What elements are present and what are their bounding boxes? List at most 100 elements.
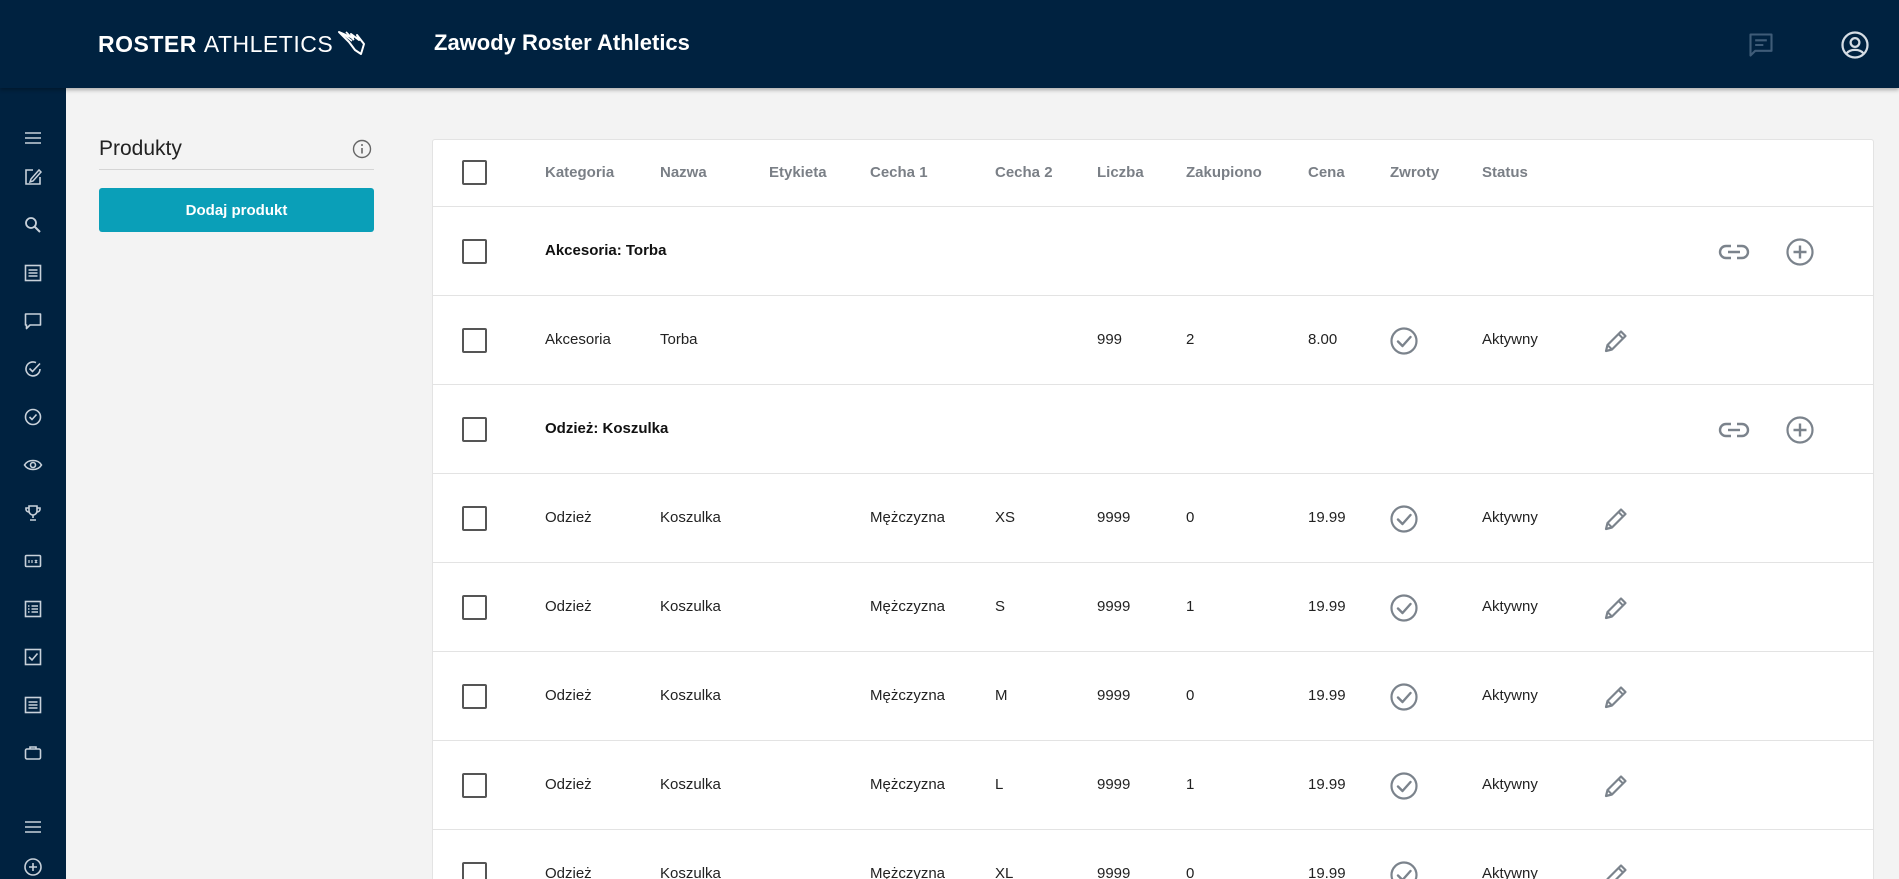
check-circle-icon[interactable] <box>20 356 46 382</box>
select-all-checkbox[interactable] <box>462 160 487 185</box>
add-variant-icon[interactable] <box>1784 236 1816 268</box>
column-header-cena[interactable]: Cena <box>1308 164 1345 181</box>
cell-cecha-1: Mężczyzna <box>870 509 946 526</box>
group-label: Odzież: Koszulka <box>545 420 669 437</box>
info-icon[interactable] <box>350 137 374 161</box>
cell-status: Aktywny <box>1482 331 1538 348</box>
cell-nazwa: Koszulka <box>660 509 721 526</box>
link-icon[interactable] <box>1717 415 1751 445</box>
column-header-etykieta[interactable]: Etykieta <box>769 164 827 181</box>
edit-pencil-icon[interactable] <box>1600 859 1632 879</box>
refund-enabled-icon <box>1388 770 1420 802</box>
cell-liczba: 9999 <box>1097 509 1131 526</box>
table-header-row: Kategoria Nazwa Etykieta Cecha 1 Cecha 2… <box>433 140 1873 207</box>
row-checkbox[interactable] <box>462 328 487 353</box>
competition-title: Zawody Roster Athletics <box>434 30 690 55</box>
row-checkbox[interactable] <box>462 684 487 709</box>
cell-status: Aktywny <box>1482 776 1538 793</box>
account-icon[interactable] <box>1838 28 1872 62</box>
cell-status: Aktywny <box>1482 865 1538 879</box>
add-variant-icon[interactable] <box>1784 414 1816 446</box>
cell-kategoria: Odzież <box>545 598 592 615</box>
column-header-liczba[interactable]: Liczba <box>1097 164 1144 181</box>
edit-pencil-icon[interactable] <box>1600 681 1632 713</box>
link-icon[interactable] <box>1717 237 1751 267</box>
cell-nazwa: Koszulka <box>660 865 721 879</box>
cell-cecha-1: Mężczyzna <box>870 687 946 704</box>
cell-cena: 19.99 <box>1308 865 1346 879</box>
cell-kategoria: Odzież <box>545 865 592 879</box>
cell-liczba: 9999 <box>1097 865 1131 879</box>
column-header-zwroty[interactable]: Zwroty <box>1390 164 1439 181</box>
edit-pencil-icon[interactable] <box>1600 592 1632 624</box>
cell-cecha-1: Mężczyzna <box>870 776 946 793</box>
row-checkbox[interactable] <box>462 595 487 620</box>
cell-zakupiono: 1 <box>1186 598 1195 615</box>
menu-icon[interactable] <box>20 125 46 151</box>
trophy-icon[interactable] <box>20 500 46 526</box>
cell-liczba: 999 <box>1097 331 1123 348</box>
column-header-nazwa[interactable]: Nazwa <box>660 164 707 181</box>
edit-pencil-icon[interactable] <box>1600 325 1632 357</box>
column-header-status[interactable]: Status <box>1482 164 1528 181</box>
edit-pencil-icon[interactable] <box>1600 503 1632 535</box>
cell-nazwa: Koszulka <box>660 776 721 793</box>
refund-enabled-icon <box>1388 325 1420 357</box>
cell-cecha-2: XS <box>995 509 1016 526</box>
roster-athletics-logo[interactable]: ROSTER ATHLETICS <box>98 30 367 58</box>
cell-cecha-1: Mężczyzna <box>870 865 946 879</box>
row-checkbox[interactable] <box>462 506 487 531</box>
briefcase-icon[interactable] <box>20 740 46 766</box>
edit-pencil-icon[interactable] <box>1600 770 1632 802</box>
column-header-cecha-1[interactable]: Cecha 1 <box>870 164 928 181</box>
cell-cena: 19.99 <box>1308 687 1346 704</box>
menu-icon[interactable] <box>20 814 46 840</box>
row-checkbox[interactable] <box>462 417 487 442</box>
checkbox-icon[interactable] <box>20 644 46 670</box>
cell-cena: 19.99 <box>1308 776 1346 793</box>
panel-title: Produkty <box>99 136 182 160</box>
comment-icon[interactable] <box>20 308 46 334</box>
chat-icon[interactable] <box>1744 28 1778 62</box>
refund-enabled-icon <box>1388 592 1420 624</box>
table-row: Odzież Koszulka Mężczyzna XL 9999 0 19.99 Aktyw… <box>433 830 1873 879</box>
cell-nazwa: Koszulka <box>660 598 721 615</box>
sidebar <box>0 88 66 879</box>
group-row: Akcesoria: Torba <box>433 207 1873 296</box>
cell-cecha-2: L <box>995 776 1004 793</box>
cell-cena: 19.99 <box>1308 598 1346 615</box>
bib-icon[interactable] <box>20 548 46 574</box>
cell-status: Aktywny <box>1482 687 1538 704</box>
check-circle-outline-icon[interactable] <box>20 404 46 430</box>
cell-kategoria: Odzież <box>545 687 592 704</box>
refund-enabled-icon <box>1388 503 1420 535</box>
cell-kategoria: Odzież <box>545 776 592 793</box>
edit-icon[interactable] <box>20 164 46 190</box>
top-header: ROSTER ATHLETICS Zawody Roster Athletics <box>0 0 1899 88</box>
refund-enabled-icon <box>1388 859 1420 879</box>
column-header-zakupiono[interactable]: Zakupiono <box>1186 164 1262 181</box>
cell-zakupiono: 0 <box>1186 509 1195 526</box>
row-checkbox[interactable] <box>462 862 487 879</box>
add-circle-icon[interactable] <box>20 854 46 879</box>
document-icon[interactable] <box>20 692 46 718</box>
add-product-button[interactable]: Dodaj produkt <box>99 188 374 232</box>
cell-cena: 8.00 <box>1308 331 1338 348</box>
products-panel: Produkty Dodaj produkt <box>99 128 374 232</box>
search-icon[interactable] <box>20 212 46 238</box>
cell-liczba: 9999 <box>1097 776 1131 793</box>
group-row: Odzież: Koszulka <box>433 385 1873 474</box>
winged-foot-icon <box>337 28 367 61</box>
row-checkbox[interactable] <box>462 239 487 264</box>
cell-cecha-2: M <box>995 687 1008 704</box>
cell-status: Aktywny <box>1482 509 1538 526</box>
column-header-kategoria[interactable]: Kategoria <box>545 164 614 181</box>
list-detail-icon[interactable] <box>20 596 46 622</box>
products-table: Kategoria Nazwa Etykieta Cecha 1 Cecha 2… <box>432 139 1874 879</box>
list-icon[interactable] <box>20 260 46 286</box>
eye-icon[interactable] <box>20 452 46 478</box>
row-checkbox[interactable] <box>462 773 487 798</box>
refund-enabled-icon <box>1388 681 1420 713</box>
column-header-cecha-2[interactable]: Cecha 2 <box>995 164 1053 181</box>
cell-cecha-2: S <box>995 598 1006 615</box>
